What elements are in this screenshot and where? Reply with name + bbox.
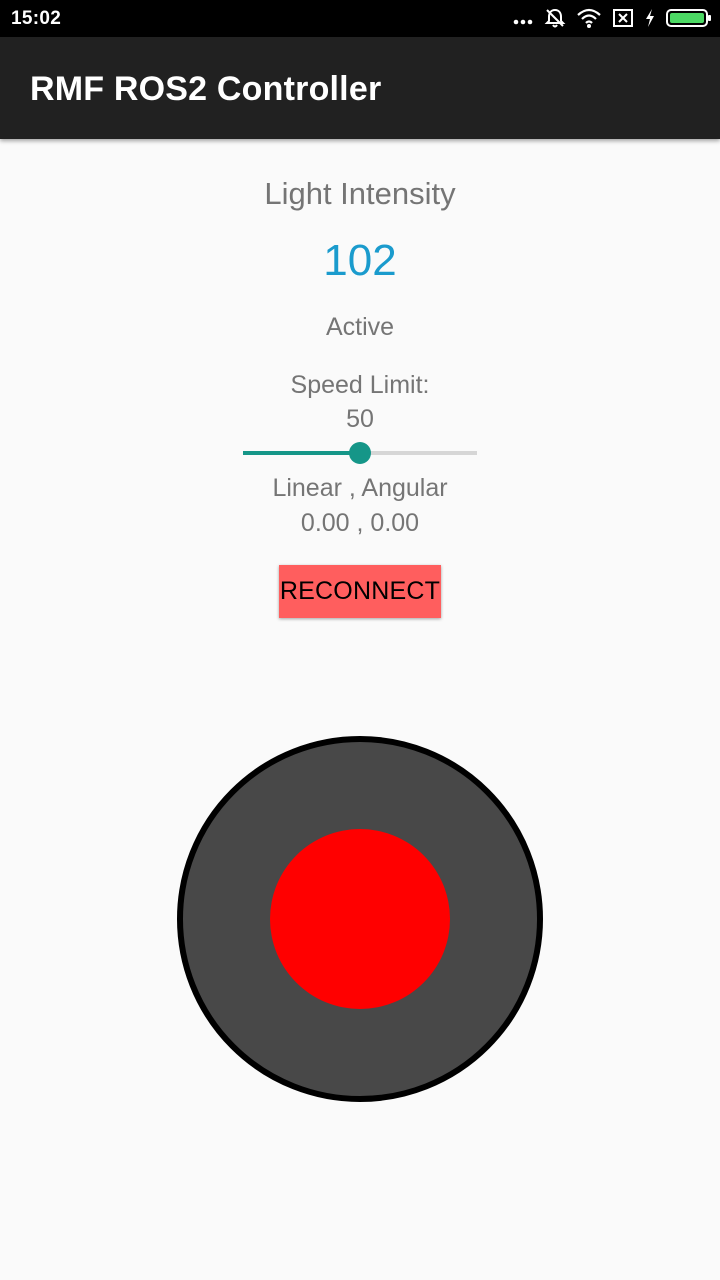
speed-limit-value: 50 xyxy=(346,405,374,433)
status-bar: 15:02 xyxy=(0,0,720,37)
app-bar: RMF ROS2 Controller xyxy=(0,37,720,139)
speed-limit-label: Speed Limit: xyxy=(290,371,430,399)
light-intensity-value: 102 xyxy=(323,236,397,285)
connection-status: Active xyxy=(325,313,395,341)
charging-icon xyxy=(644,7,656,29)
wifi-icon xyxy=(576,7,602,29)
more-dots-icon xyxy=(512,7,534,29)
slider-thumb[interactable] xyxy=(349,442,371,464)
joystick[interactable] xyxy=(177,736,543,1102)
speed-limit-slider[interactable] xyxy=(243,441,477,465)
sim-x-icon xyxy=(612,7,634,29)
slider-fill xyxy=(243,451,360,455)
battery-icon xyxy=(666,7,712,29)
reconnect-button[interactable]: RECONNECT xyxy=(279,565,441,618)
status-time: 15:02 xyxy=(11,8,62,29)
app-title: RMF ROS2 Controller xyxy=(30,70,382,108)
velocity-label: Linear , Angular xyxy=(272,474,448,502)
light-intensity-label: Light Intensity xyxy=(264,176,456,211)
status-icons xyxy=(512,7,712,29)
velocity-value: 0.00 , 0.00 xyxy=(300,509,420,537)
joystick-knob[interactable] xyxy=(270,829,450,1009)
alarm-off-icon xyxy=(544,7,566,29)
